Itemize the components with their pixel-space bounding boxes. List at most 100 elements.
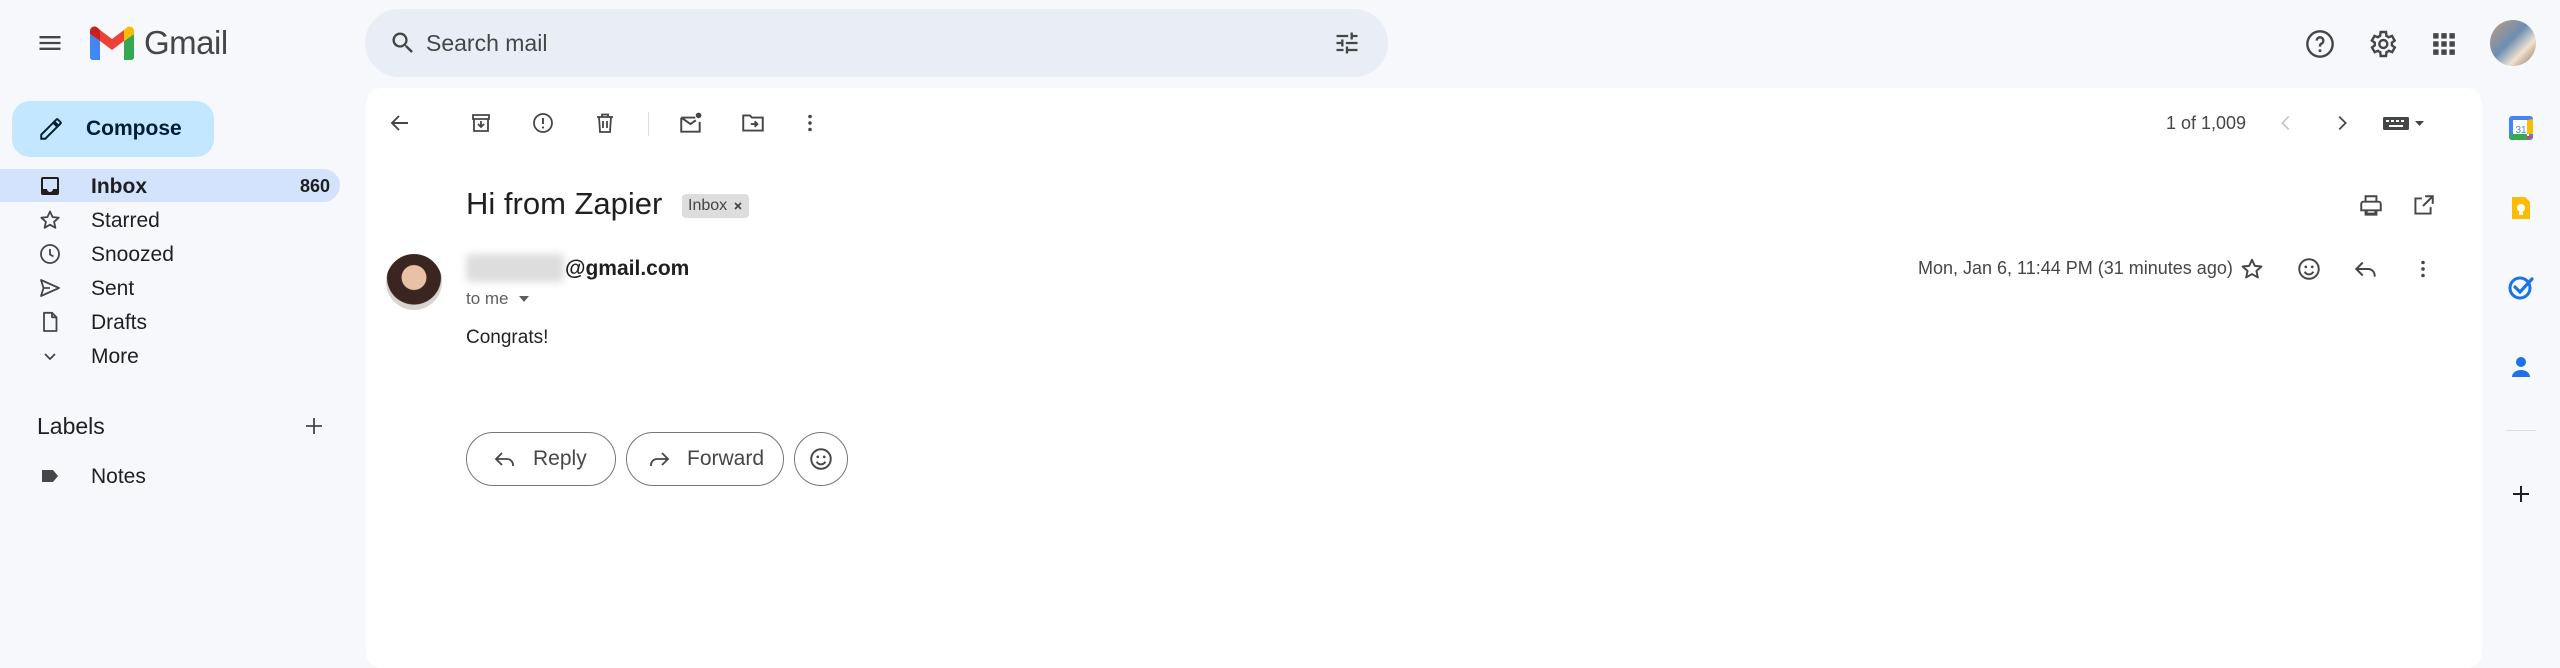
- plus-icon: [2513, 486, 2529, 502]
- contacts-app-button[interactable]: [2501, 347, 2541, 387]
- mark-unread-icon: [680, 112, 702, 133]
- back-button[interactable]: [378, 101, 422, 145]
- labels-heading: Labels: [37, 413, 105, 439]
- close-icon[interactable]: [733, 201, 743, 211]
- inbox-label-chip: Inbox: [682, 194, 750, 218]
- sidebar-item-inbox[interactable]: Inbox 860: [0, 169, 340, 202]
- search-options-button[interactable]: [1323, 19, 1371, 67]
- more-actions-button[interactable]: [788, 101, 832, 145]
- apps-grid-icon: [2433, 33, 2455, 55]
- rail-divider: [2506, 430, 2536, 431]
- add-reaction-button[interactable]: [2287, 247, 2331, 291]
- message-panel: [366, 88, 2482, 668]
- open-in-new-icon: [2414, 195, 2434, 215]
- settings-button[interactable]: [2358, 20, 2406, 68]
- keep-app-button[interactable]: [2501, 188, 2541, 228]
- gear-icon: [2370, 30, 2397, 58]
- search-button[interactable]: [379, 19, 427, 67]
- sidebar-item-more[interactable]: More: [0, 339, 340, 372]
- arrow-left-icon: [390, 115, 408, 131]
- pencil-icon: [40, 118, 62, 140]
- sidebar-item-label: Starred: [91, 209, 160, 232]
- forward-label: Forward: [687, 447, 765, 470]
- gmail-m-icon: [90, 26, 134, 60]
- get-addons-button[interactable]: [2501, 474, 2541, 514]
- move-to-button[interactable]: [731, 101, 775, 145]
- sidebar-item-sent[interactable]: Sent: [0, 271, 340, 304]
- mark-unread-button[interactable]: [669, 101, 713, 145]
- star-message-button[interactable]: [2230, 247, 2274, 291]
- label-icon: [42, 470, 58, 482]
- reply-label: Reply: [533, 447, 587, 470]
- tune-icon: [1336, 32, 1358, 54]
- forward-icon: [650, 452, 670, 466]
- search-bar[interactable]: Search mail: [365, 9, 1388, 77]
- forward-button[interactable]: Forward: [626, 432, 784, 486]
- toolbar-divider: [648, 112, 649, 136]
- trash-icon: [597, 113, 613, 133]
- chevron-down-icon: [44, 353, 56, 361]
- tasks-icon: [2508, 276, 2534, 300]
- older-button[interactable]: [2320, 101, 2364, 145]
- email-timestamp: Mon, Jan 6, 11:44 PM (31 minutes ago): [1918, 258, 2233, 278]
- google-apps-button[interactable]: [2420, 20, 2468, 68]
- sender-email[interactable]: @gmail.com: [565, 257, 689, 281]
- unread-count: 860: [299, 176, 330, 196]
- svg-text:31: 31: [2515, 125, 2527, 136]
- email-body: Congrats!: [466, 327, 549, 348]
- clock-icon: [40, 244, 60, 264]
- tasks-app-button[interactable]: [2501, 267, 2541, 307]
- more-vert-icon: [2421, 260, 2425, 278]
- reply-icon-button[interactable]: [2344, 247, 2388, 291]
- reply-button[interactable]: Reply: [466, 432, 616, 486]
- sidebar-item-snoozed[interactable]: Snoozed: [0, 237, 340, 270]
- search-input[interactable]: Search mail: [426, 30, 547, 57]
- contacts-icon: [2512, 357, 2530, 377]
- input-tools-button[interactable]: [2380, 107, 2430, 139]
- create-label-button[interactable]: [292, 404, 336, 448]
- recipient-text: to me: [466, 289, 509, 308]
- star-icon: [40, 210, 60, 229]
- delete-button[interactable]: [583, 101, 627, 145]
- calendar-icon: 31: [2509, 116, 2533, 140]
- help-icon: [2306, 30, 2334, 58]
- main-menu-button[interactable]: [26, 19, 74, 67]
- caret-down-icon: [518, 296, 529, 302]
- keyboard-icon: [2383, 117, 2424, 130]
- print-all-button[interactable]: [2349, 184, 2393, 228]
- emoji-reaction-button[interactable]: [794, 432, 848, 486]
- report-icon: [533, 113, 553, 133]
- chevron-left-icon: [2281, 115, 2290, 131]
- sidebar-item-label: More: [91, 345, 139, 368]
- hamburger-icon: [39, 36, 61, 50]
- account-avatar[interactable]: [2490, 20, 2536, 66]
- sidebar-item-label: Inbox: [91, 175, 147, 198]
- recipient-details[interactable]: to me: [466, 289, 531, 309]
- emoji-icon: [810, 448, 832, 470]
- send-icon: [40, 279, 60, 297]
- sidebar-item-label: Drafts: [91, 311, 148, 334]
- reply-icon: [494, 452, 514, 466]
- calendar-app-button[interactable]: 31: [2501, 108, 2541, 148]
- emoji-icon: [2298, 258, 2320, 280]
- email-subject: Hi from Zapier: [466, 186, 663, 221]
- sender-name-redacted: [466, 254, 564, 282]
- archive-icon: [472, 114, 490, 132]
- sender-avatar[interactable]: [386, 254, 442, 310]
- chevron-right-icon: [2338, 115, 2347, 131]
- archive-button[interactable]: [459, 101, 503, 145]
- print-icon: [2360, 195, 2382, 216]
- compose-button[interactable]: Compose: [12, 101, 214, 157]
- new-window-button[interactable]: [2401, 184, 2445, 228]
- report-spam-button[interactable]: [521, 101, 565, 145]
- folder-move-icon: [742, 114, 764, 132]
- gmail-logo[interactable]: Gmail: [90, 24, 228, 62]
- message-more-button[interactable]: [2401, 247, 2445, 291]
- support-button[interactable]: [2296, 20, 2344, 68]
- sidebar-item-notes[interactable]: Notes: [0, 459, 340, 492]
- sidebar-item-label: Notes: [91, 465, 146, 488]
- sidebar-item-starred[interactable]: Starred: [0, 203, 340, 236]
- newer-button[interactable]: [2264, 101, 2308, 145]
- plus-icon: [306, 418, 322, 434]
- sidebar-item-drafts[interactable]: Drafts: [0, 305, 340, 338]
